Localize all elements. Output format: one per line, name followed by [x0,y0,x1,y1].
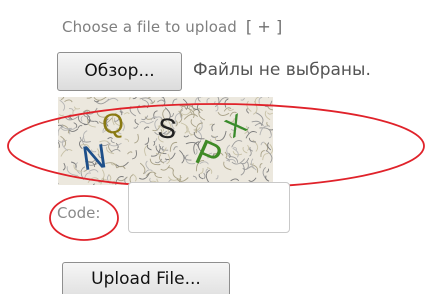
captcha-image: N Q S P X G [58,97,273,185]
captcha-letter-q: Q [100,107,125,140]
no-files-selected-text: Файлы не выбраны. [193,60,371,80]
upload-file-button[interactable]: Upload File... [62,262,230,294]
captcha-letter-n: N [80,137,110,178]
add-file-link[interactable]: [ + ] [246,17,283,36]
code-input[interactable] [128,182,290,233]
choose-file-text: Choose a file to upload [62,18,237,36]
choose-file-heading: Choose a file to upload [ + ] [62,17,282,36]
captcha-noise: N Q S P X G [58,97,273,185]
captcha-letter-s: S [156,112,178,145]
code-label: Code: [57,204,101,222]
browse-button[interactable]: Обзор... [57,52,182,91]
